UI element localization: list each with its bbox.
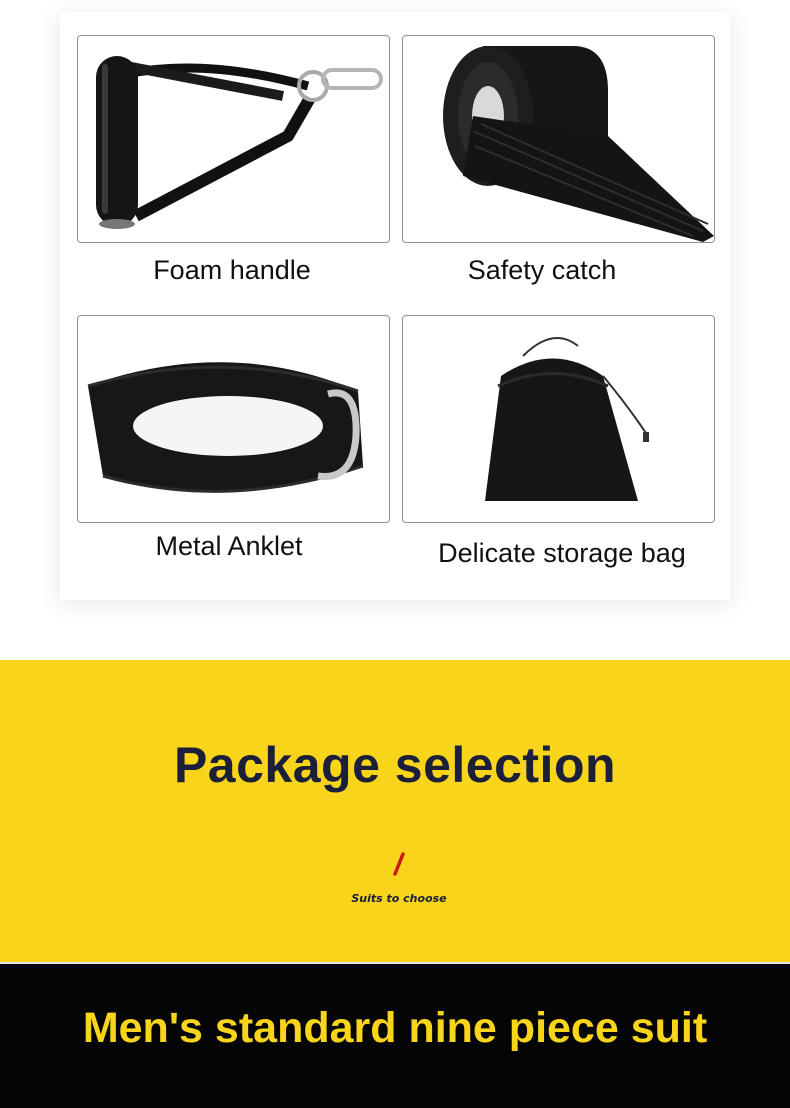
metal-anklet-caption: Metal Anklet <box>155 531 303 561</box>
storage-bag-image <box>402 315 715 523</box>
safety-catch-image <box>402 35 715 243</box>
metal-anklet-image <box>77 315 390 523</box>
suit-title: Men's standard nine piece suit <box>82 1004 708 1052</box>
package-banner <box>0 660 790 962</box>
package-title: Package selection <box>173 737 617 793</box>
storage-bag-caption: Delicate storage bag <box>438 538 686 568</box>
foam-handle-caption: Foam handle <box>153 255 311 285</box>
safety-catch-caption: Safety catch <box>467 255 617 285</box>
slash-icon <box>393 852 405 876</box>
accessories-section: Foam handle Safety catch Metal Anklet De… <box>0 0 790 660</box>
foam-handle-image <box>77 35 390 243</box>
package-subtitle: Suits to choose <box>351 892 447 905</box>
